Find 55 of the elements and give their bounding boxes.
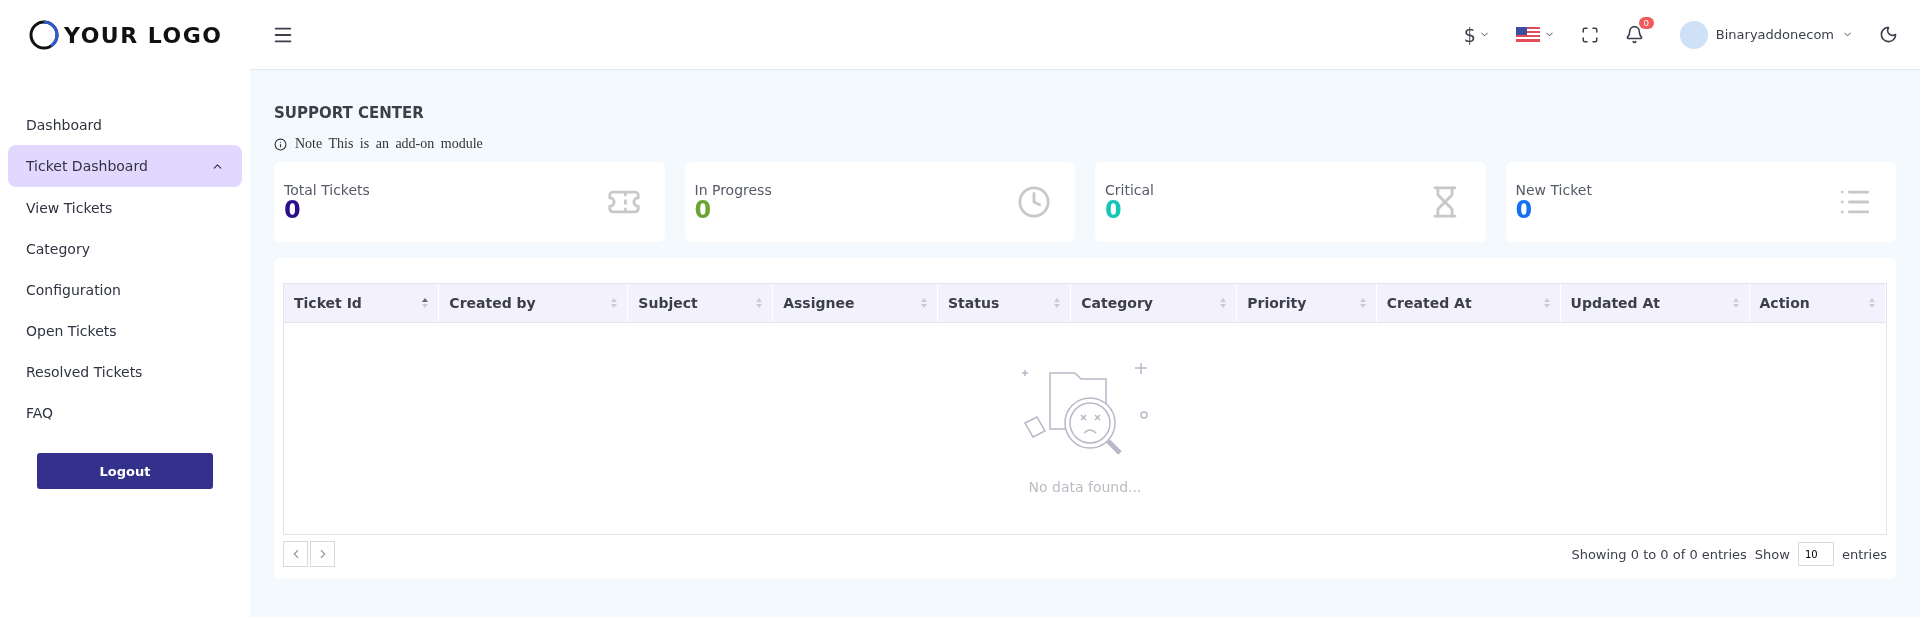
sidebar-item[interactable]: View Tickets [8,187,242,228]
logo-text: YOUR LOGO [64,22,223,48]
note-text: Note This is an add-on module [295,136,483,152]
sidebar-item[interactable]: Ticket Dashboard [8,145,242,187]
stat-value: 0 [1105,198,1123,222]
sort-icon [422,298,429,308]
sidebar-item[interactable]: Configuration [8,269,242,310]
column-header[interactable]: Created by [439,284,629,322]
notification-count: 0 [1638,17,1654,29]
stat-value: 0 [694,198,713,222]
sidebar-item[interactable]: Category [8,228,242,269]
column-header[interactable]: Created At [1376,284,1561,322]
sort-icon [1869,298,1875,308]
column-header[interactable]: Category [1071,284,1238,322]
stat-label: In Progress [694,182,772,198]
info-icon [274,137,287,151]
entries-info: Showing 0 to 0 of 0 entries [1571,546,1747,562]
page-size-field[interactable]: 10 [1797,542,1834,566]
fullscreen-icon[interactable] [1580,25,1599,44]
sidebar-item[interactable]: FAQ [8,392,242,433]
clock-icon [1017,185,1051,219]
logo-ring-icon [28,19,60,51]
sort-icon [1732,298,1739,308]
sidebar-item[interactable]: Resolved Tickets [8,351,242,392]
column-header[interactable]: Assignee [773,284,938,322]
sort-icon [1359,298,1366,308]
entries-label: entries [1841,546,1887,562]
empty-message: No data found... [1028,478,1142,495]
avatar [1679,20,1708,49]
show-label: Show [1754,546,1790,562]
column-header[interactable]: Subject [628,284,774,322]
sort-icon [756,298,763,308]
sort-icon [1220,298,1227,308]
currency-selector[interactable]: $ [1463,23,1490,46]
column-header[interactable]: Action [1749,284,1886,322]
column-header[interactable]: Ticket Id [284,284,440,322]
stat-value: 0 [284,198,302,222]
user-menu[interactable]: Binaryaddonecom [1679,20,1853,49]
stat-label: Critical [1105,182,1154,198]
sidebar-item[interactable]: Dashboard [8,104,242,145]
language-selector[interactable] [1515,27,1555,42]
moon-icon[interactable] [1879,25,1898,44]
sort-icon [611,298,618,308]
stat-label: New Ticket [1515,182,1592,198]
page-title: SUPPORT CENTER [274,104,425,122]
sort-icon [1543,298,1550,308]
logout-button[interactable]: Logout [37,453,213,489]
stat-value: 0 [1515,198,1534,222]
column-header[interactable]: Updated At [1560,284,1750,322]
sidebar-item[interactable]: Open Tickets [8,310,242,351]
column-header[interactable]: Status [938,284,1072,322]
column-header[interactable]: Priority [1237,284,1377,322]
sort-icon [921,298,927,308]
stat-label: Total Tickets [284,182,370,198]
sort-icon [1054,298,1061,308]
